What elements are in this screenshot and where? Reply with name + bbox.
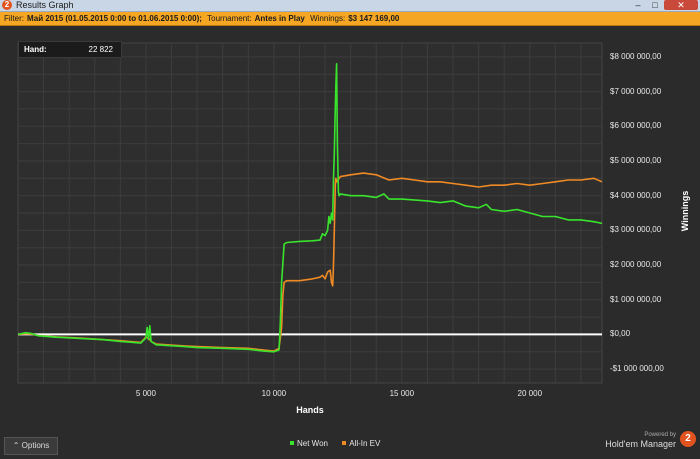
x-tick-label: 20 000 [517,389,543,398]
hand-counter: Hand: 22 822 [18,41,122,58]
legend-label-net-won: Net Won [297,439,328,448]
x-tick-label: 10 000 [261,389,287,398]
hm2-logo-icon: 2 [680,431,696,447]
y-tick-label: $7 000 000,00 [610,86,662,96]
y-tick-label: -$1 000 000,00 [610,364,664,374]
y-axis-title: Winnings [680,190,690,232]
legend-item-net-won[interactable]: Net Won [290,439,328,448]
legend-label-all-in-ev: All-In EV [349,439,381,448]
legend-item-all-in-ev[interactable]: All-In EV [342,439,380,448]
y-tick-label: $3 000 000,00 [610,225,662,235]
y-tick-label: $0,00 [610,329,631,339]
bottom-bar: ⌃ Options Net Won All-In EV Powered by H… [0,431,700,459]
legend: Net Won All-In EV [290,438,392,450]
hand-label: Hand: [24,45,47,54]
y-tick-label: $2 000 000,00 [610,260,662,270]
hand-value: 22 822 [88,45,113,54]
results-chart [17,42,603,384]
x-tick-label: 15 000 [389,389,415,398]
y-tick-label: $5 000 000,00 [610,155,662,165]
x-axis-title: Hands [296,405,324,415]
y-tick-label: $1 000 000,00 [610,294,662,304]
options-button[interactable]: ⌃ Options [4,437,58,455]
powered-by: Powered by Hold'em Manager 2 [605,431,696,449]
powered-by-text: Powered by [644,432,676,438]
all-in-ev-swatch [342,441,347,445]
y-tick-label: $4 000 000,00 [610,190,662,200]
x-tick-label: 5 000 [135,389,156,398]
y-tick-label: $8 000 000,00 [610,51,662,61]
net-won-swatch [290,441,294,445]
y-tick-label: $6 000 000,00 [610,121,662,131]
brand-name: Hold'em Manager [605,439,676,449]
